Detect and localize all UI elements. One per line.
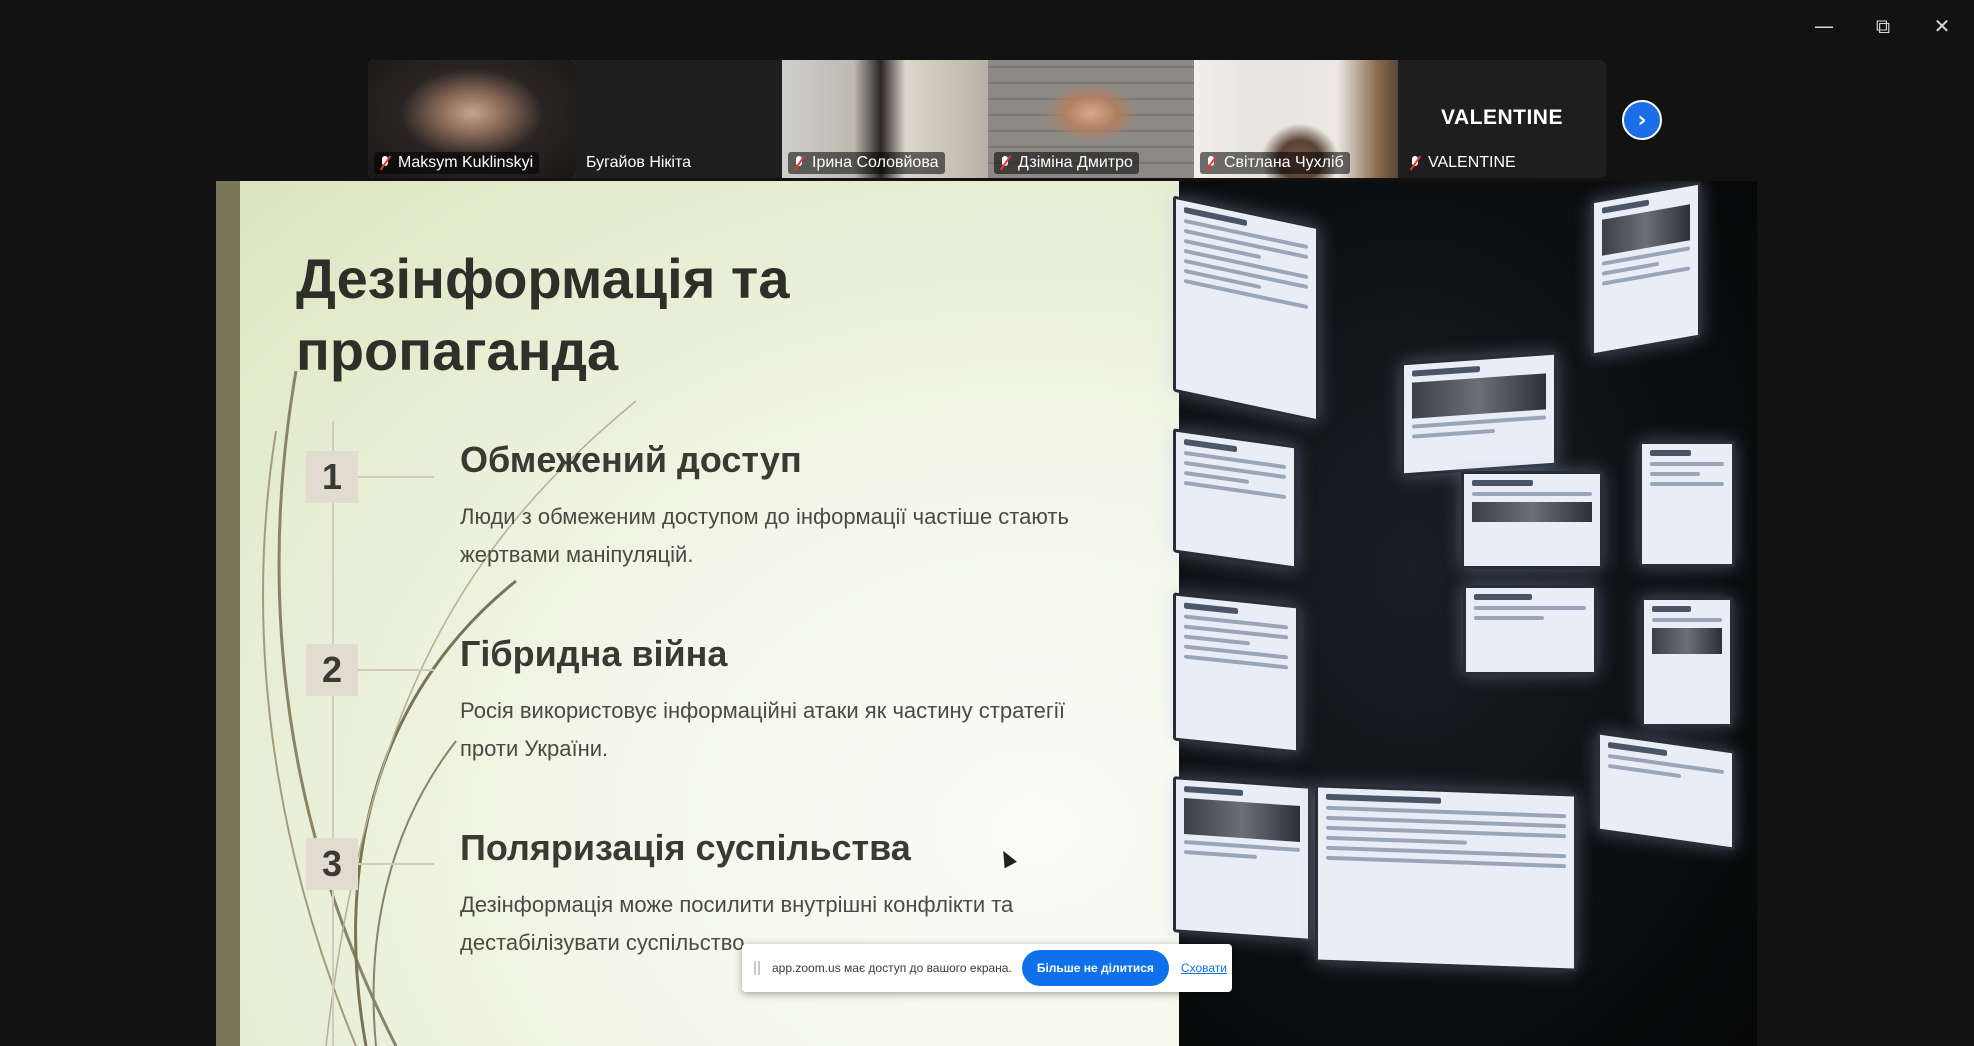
item-text: Люди з обмеженим доступом до інформації … [460,504,1069,567]
screen-image [1597,731,1735,851]
minimize-icon: — [1814,14,1834,38]
timeline-connector [358,863,434,865]
screen-image [1591,181,1701,357]
timeline-connector [358,476,434,478]
item-heading: Гібридна війна [460,633,728,674]
participant-name: Ірина Соловйова [812,154,939,171]
slide-image [1173,181,1757,1046]
participant-avatar-text: VALENTINE [1441,106,1563,129]
participant-tile[interactable]: Дзіміна Дмитро [988,60,1194,178]
participant-namebar: Maksym Kuklinskyi [374,152,540,174]
item-text: Росія використовує інформаційні атаки як… [460,698,1065,761]
minimize-button[interactable]: — [1801,10,1847,42]
item-heading: Поляризація суспільства [460,827,911,868]
screen-image [1641,597,1733,727]
hide-link[interactable]: Сховати [1181,961,1227,975]
participant-namebar: Бугайов Нікіта [582,152,697,174]
mic-muted-icon [1204,155,1218,171]
shared-screen: Дезінформація та пропаганда 1 Обмежений … [216,181,1757,1046]
slide-content-panel: Дезінформація та пропаганда 1 Обмежений … [216,181,1179,1046]
slide-title: Дезінформація та пропаганда [296,247,790,382]
timeline-connector [358,669,434,671]
screen-image [1463,585,1597,675]
participant-name: Maksym Kuklinskyi [398,154,534,171]
participant-name: VALENTINE [1428,154,1516,171]
item-number: 2 [306,644,358,696]
restore-button[interactable]: ⧉ [1860,10,1906,42]
close-button[interactable]: ✕ [1919,10,1965,42]
participant-tile[interactable]: Бугайов Нікіта [576,60,782,178]
close-icon: ✕ [1933,14,1951,38]
participant-namebar: Світлана Чухліб [1200,152,1350,174]
participant-tile[interactable]: Світлана Чухліб [1194,60,1398,178]
screen-image [1401,351,1557,477]
share-message: app.zoom.us має доступ до вашого екрана. [772,961,1012,975]
next-participants-button[interactable]: › [1622,100,1662,140]
participant-tile[interactable]: Ірина Соловйова [782,60,988,178]
restore-icon: ⧉ [1875,14,1891,38]
mic-muted-icon [1408,155,1422,171]
screen-image [1639,441,1735,567]
participant-namebar: Ірина Соловйова [788,152,945,174]
stop-sharing-button[interactable]: Більше не ділитися [1021,950,1169,986]
screen-image [1461,471,1603,569]
item-number: 1 [306,451,358,503]
chevron-right-icon: › [1637,107,1647,133]
screen-image [1315,784,1577,972]
mic-muted-icon [792,155,806,171]
screen-image [1173,592,1299,754]
screen-share-notification: app.zoom.us має доступ до вашого екрана.… [742,944,1232,992]
participant-namebar: VALENTINE [1404,152,1522,174]
item-heading: Обмежений доступ [460,439,802,480]
participant-namebar: Дзіміна Дмитро [994,152,1139,174]
mic-muted-icon [378,155,392,171]
screen-image [1173,776,1311,942]
timeline-line [332,421,334,1046]
participant-tile[interactable]: Maksym Kuklinskyi [368,60,576,178]
drag-handle-icon[interactable] [754,961,760,975]
screen-image [1173,195,1319,423]
mic-muted-icon [998,155,1012,171]
screen-image [1173,428,1297,570]
participant-name: Бугайов Нікіта [586,154,692,171]
participant-name: Світлана Чухліб [1224,154,1344,171]
participant-tile[interactable]: VALENTINE VALENTINE [1398,60,1606,178]
item-number: 3 [306,838,358,890]
participant-name: Дзіміна Дмитро [1018,154,1133,171]
